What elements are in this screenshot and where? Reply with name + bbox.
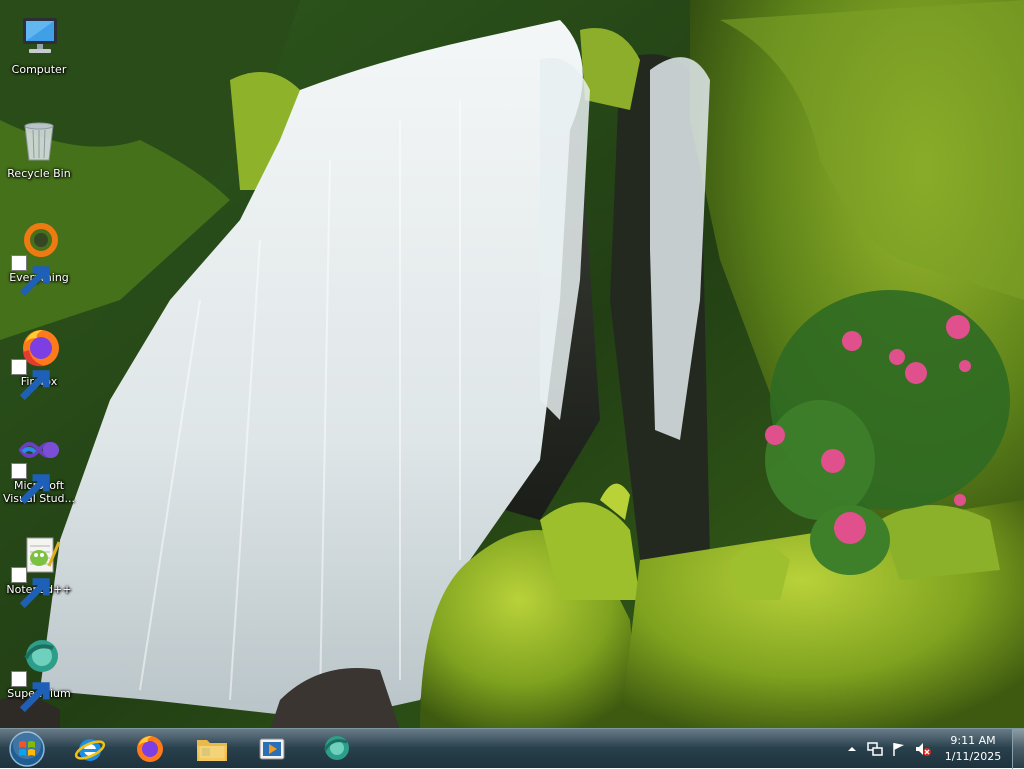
start-orb-icon bbox=[9, 731, 45, 767]
desktop-icon-computer[interactable]: Computer bbox=[2, 6, 76, 102]
everything-icon bbox=[11, 220, 63, 297]
shortcut-arrow-icon bbox=[11, 567, 50, 609]
taskbar: 9:11 AM 1/11/2025 bbox=[0, 728, 1024, 769]
internet-explorer-icon bbox=[74, 739, 106, 761]
shortcut-arrow-icon bbox=[11, 671, 50, 713]
taskbar-firefox[interactable] bbox=[122, 729, 178, 769]
firefox-icon bbox=[11, 324, 63, 401]
desktop-icon-everything[interactable]: Everything bbox=[2, 214, 76, 310]
desktop-icon-recycle-bin[interactable]: Recycle Bin bbox=[2, 110, 76, 206]
visual-studio-icon bbox=[11, 428, 63, 505]
shortcut-arrow-icon bbox=[11, 255, 50, 297]
action-center-flag-icon[interactable] bbox=[891, 741, 907, 757]
desktop-icon-label: Recycle Bin bbox=[7, 167, 71, 180]
taskbar-supermium[interactable] bbox=[308, 729, 364, 769]
desktop-icon-supermium[interactable]: Supermium bbox=[2, 630, 76, 726]
volume-muted-icon[interactable] bbox=[915, 741, 931, 757]
file-explorer-icon bbox=[197, 740, 227, 761]
desktop-icon-label: Computer bbox=[11, 63, 67, 76]
recycle-bin-icon bbox=[15, 116, 63, 164]
taskbar-file-explorer[interactable] bbox=[184, 729, 240, 769]
desktop-icon-firefox[interactable]: Firefox bbox=[2, 318, 76, 414]
clock[interactable]: 9:11 AM 1/11/2025 bbox=[938, 733, 1008, 765]
media-player-icon bbox=[259, 738, 285, 760]
desktop-icon-notepad-plus-plus[interactable]: Notepad++ bbox=[2, 526, 76, 622]
shortcut-arrow-icon bbox=[11, 359, 50, 401]
computer-icon bbox=[15, 12, 63, 60]
network-icon[interactable] bbox=[867, 741, 883, 757]
supermium-icon bbox=[323, 736, 349, 760]
supermium-icon bbox=[11, 636, 63, 713]
notepad-plus-plus-icon bbox=[11, 532, 63, 609]
taskbar-media-player[interactable] bbox=[244, 729, 300, 769]
desktop-icon-visual-studio[interactable]: Microsoft Visual Stud... bbox=[2, 422, 76, 518]
clock-time: 9:11 AM bbox=[950, 734, 996, 747]
show-desktop-button[interactable] bbox=[1012, 729, 1024, 769]
show-hidden-icons-icon[interactable] bbox=[844, 741, 860, 757]
clock-date: 1/11/2025 bbox=[944, 750, 1002, 763]
firefox-icon bbox=[137, 736, 163, 762]
taskbar-internet-explorer[interactable] bbox=[62, 729, 118, 769]
waterfall-wallpaper bbox=[0, 0, 1024, 768]
shortcut-arrow-icon bbox=[11, 463, 50, 505]
start-button[interactable] bbox=[2, 729, 52, 769]
